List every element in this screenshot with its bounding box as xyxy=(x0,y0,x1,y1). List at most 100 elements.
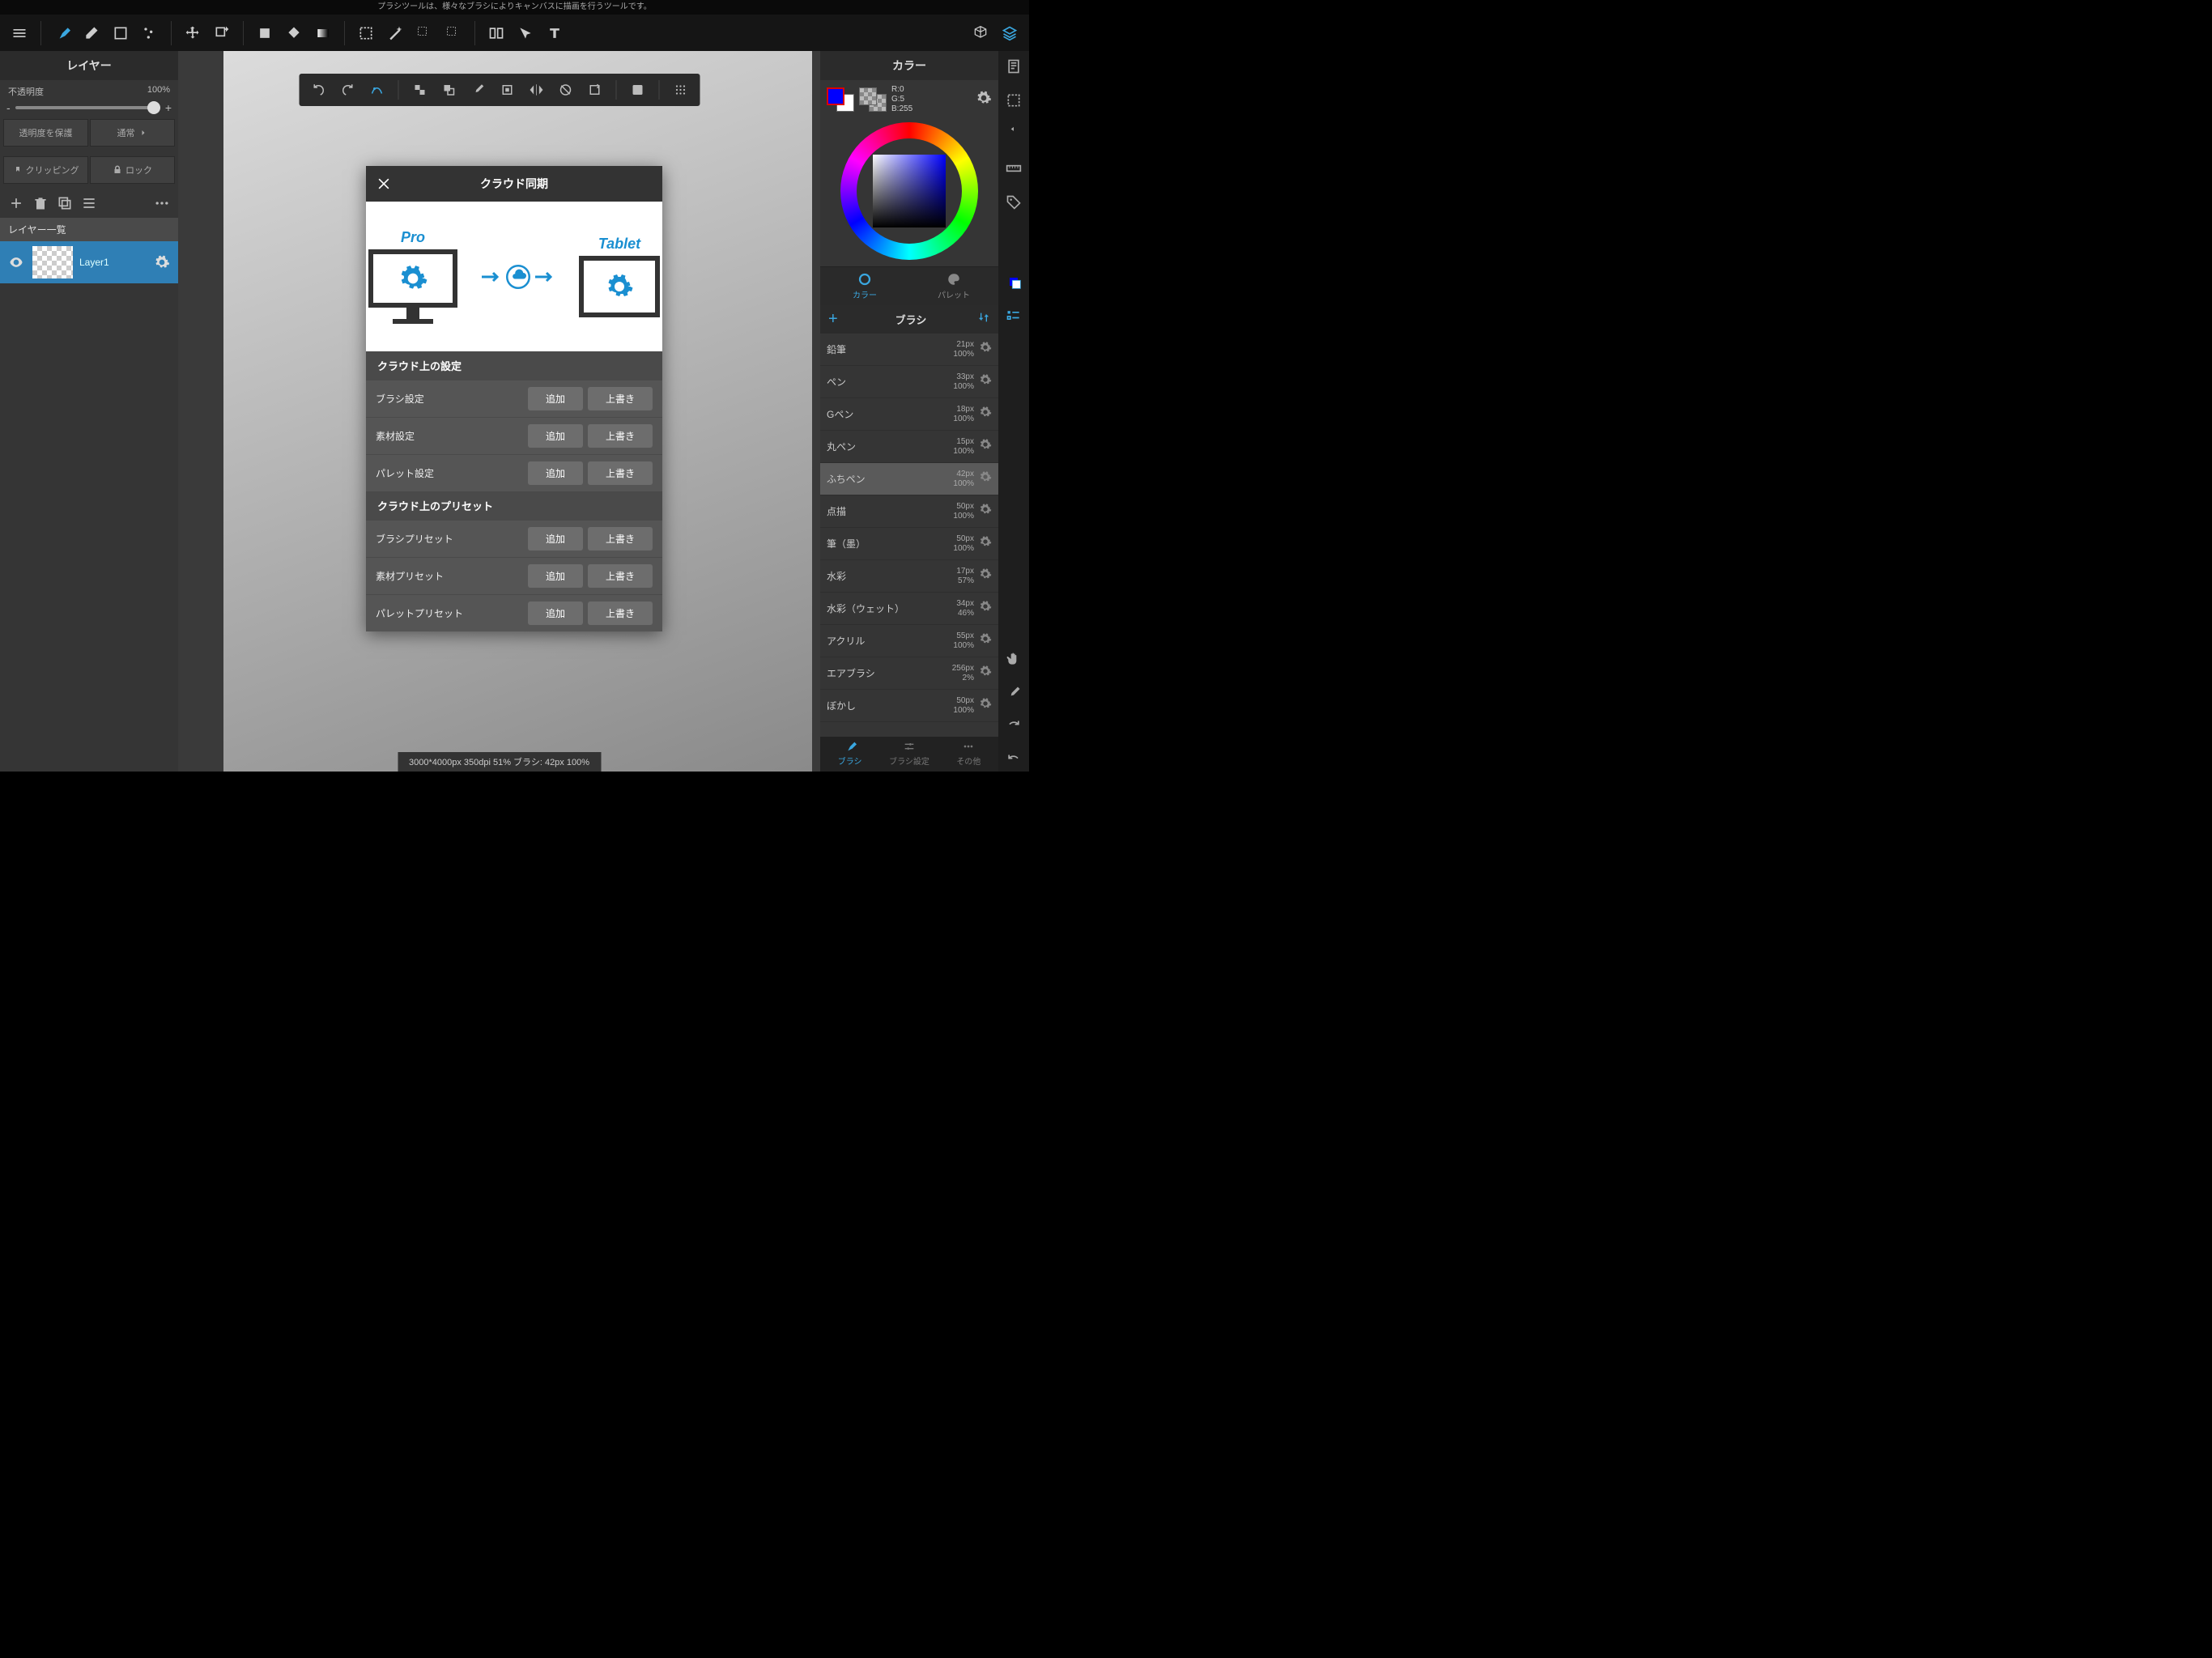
brush-gear-icon[interactable] xyxy=(979,406,992,423)
select-rect-tool[interactable] xyxy=(353,20,379,46)
rail-ruler-icon[interactable] xyxy=(1003,158,1024,179)
add-button[interactable]: 追加 xyxy=(528,461,583,485)
fit-button[interactable] xyxy=(496,79,518,101)
add-button[interactable]: 追加 xyxy=(528,602,583,625)
brush-gear-icon[interactable] xyxy=(979,665,992,682)
operation-tool[interactable] xyxy=(513,20,538,46)
eraser-tool[interactable] xyxy=(79,20,104,46)
rail-reload-icon[interactable] xyxy=(1003,124,1024,145)
layers-button[interactable] xyxy=(997,20,1023,46)
layer-item[interactable]: Layer1 xyxy=(0,241,178,283)
transform-tool[interactable] xyxy=(209,20,235,46)
add-layer-button[interactable] xyxy=(8,195,24,211)
brush-gear-icon[interactable] xyxy=(979,535,992,552)
blend-mode-button[interactable]: 通常 xyxy=(90,119,175,147)
brush-settings-tab[interactable]: ブラシ設定 xyxy=(879,737,938,772)
add-button[interactable]: 追加 xyxy=(528,387,583,410)
overwrite-button[interactable]: 上書き xyxy=(588,461,653,485)
layer-more-button[interactable] xyxy=(154,195,170,211)
brush-item[interactable]: 丸ペン 15px100% xyxy=(820,431,998,463)
brush-item[interactable]: ふちペン 42px100% xyxy=(820,463,998,495)
sort-brushes-button[interactable] xyxy=(977,311,990,328)
color-tab[interactable]: カラー xyxy=(820,267,909,305)
rail-hand-icon[interactable] xyxy=(1003,648,1024,670)
palette-tab[interactable]: パレット xyxy=(909,267,998,305)
rotate-button[interactable] xyxy=(583,79,606,101)
checker-button[interactable] xyxy=(408,79,431,101)
select-eraser-tool[interactable] xyxy=(440,20,466,46)
overwrite-button[interactable]: 上書き xyxy=(588,602,653,625)
brush-item[interactable]: 水彩 17px57% xyxy=(820,560,998,593)
redo-button[interactable] xyxy=(336,79,359,101)
brush-item[interactable]: Gペン 18px100% xyxy=(820,398,998,431)
shape-tool[interactable] xyxy=(108,20,134,46)
stabilizer-button[interactable] xyxy=(365,79,388,101)
brush-item[interactable]: 鉛筆 21px100% xyxy=(820,334,998,366)
brush-item[interactable]: アクリル 55px100% xyxy=(820,625,998,657)
rail-notes-icon[interactable] xyxy=(1003,56,1024,77)
add-button[interactable]: 追加 xyxy=(528,424,583,448)
reset-view-button[interactable] xyxy=(554,79,576,101)
brush-item[interactable]: ぼかし 50px100% xyxy=(820,690,998,722)
fullscreen-button[interactable] xyxy=(626,79,649,101)
text-tool[interactable] xyxy=(542,20,568,46)
opacity-slider[interactable] xyxy=(15,106,160,109)
gradient-tool[interactable] xyxy=(310,20,336,46)
smudge-tool[interactable] xyxy=(137,20,163,46)
rail-eyedropper-icon[interactable] xyxy=(1003,682,1024,704)
duplicate-layer-button[interactable] xyxy=(57,195,73,211)
layer-options-button[interactable] xyxy=(81,195,97,211)
brush-tab[interactable]: ブラシ xyxy=(820,737,879,772)
rail-undo-icon[interactable] xyxy=(1003,750,1024,772)
opacity-decrease[interactable]: - xyxy=(6,101,11,114)
rail-select-icon[interactable] xyxy=(1003,90,1024,111)
color-settings-icon[interactable] xyxy=(976,90,992,110)
layer-merge-button[interactable] xyxy=(437,79,460,101)
rail-redo-icon[interactable] xyxy=(1003,716,1024,738)
add-brush-button[interactable]: + xyxy=(828,310,844,329)
brush-gear-icon[interactable] xyxy=(979,503,992,520)
brush-gear-icon[interactable] xyxy=(979,373,992,390)
brush-item[interactable]: ペン 33px100% xyxy=(820,366,998,398)
brush-item[interactable]: エアブラシ 256px2% xyxy=(820,657,998,690)
move-tool[interactable] xyxy=(180,20,206,46)
3d-button[interactable] xyxy=(968,20,993,46)
brush-gear-icon[interactable] xyxy=(979,438,992,455)
overwrite-button[interactable]: 上書き xyxy=(588,564,653,588)
rail-swatch-icon[interactable] xyxy=(1003,271,1024,292)
rail-list-icon[interactable] xyxy=(1003,305,1024,326)
brush-gear-icon[interactable] xyxy=(979,632,992,649)
menu-button[interactable] xyxy=(6,20,32,46)
select-brush-tool[interactable] xyxy=(411,20,437,46)
brush-gear-icon[interactable] xyxy=(979,470,992,487)
flip-button[interactable] xyxy=(525,79,547,101)
brush-item[interactable]: 水彩（ウェット） 34px46% xyxy=(820,593,998,625)
opacity-increase[interactable]: + xyxy=(165,101,172,114)
undo-button[interactable] xyxy=(307,79,330,101)
brush-gear-icon[interactable] xyxy=(979,600,992,617)
add-button[interactable]: 追加 xyxy=(528,527,583,551)
wand-tool[interactable] xyxy=(382,20,408,46)
preserve-alpha-button[interactable]: 透明度を保護 xyxy=(3,119,88,147)
color-wheel[interactable] xyxy=(840,122,978,260)
overwrite-button[interactable]: 上書き xyxy=(588,424,653,448)
primary-color-swatch[interactable] xyxy=(827,87,854,112)
delete-layer-button[interactable] xyxy=(32,195,49,211)
brush-item[interactable]: 筆（墨） 50px100% xyxy=(820,528,998,560)
brush-tool[interactable] xyxy=(49,20,75,46)
brush-gear-icon[interactable] xyxy=(979,341,992,358)
overwrite-button[interactable]: 上書き xyxy=(588,527,653,551)
brush-item[interactable]: 点描 50px100% xyxy=(820,495,998,528)
frame-tool[interactable] xyxy=(483,20,509,46)
brush-gear-icon[interactable] xyxy=(979,697,992,714)
close-icon[interactable] xyxy=(376,176,392,192)
layer-visibility-icon[interactable] xyxy=(0,254,32,270)
overwrite-button[interactable]: 上書き xyxy=(588,387,653,410)
secondary-color-swatch[interactable] xyxy=(859,87,887,112)
grid-button[interactable] xyxy=(669,79,691,101)
lock-button[interactable]: ロック xyxy=(90,156,175,184)
add-button[interactable]: 追加 xyxy=(528,564,583,588)
fill-tool[interactable] xyxy=(252,20,278,46)
bucket-tool[interactable] xyxy=(281,20,307,46)
color-square[interactable] xyxy=(873,155,946,227)
